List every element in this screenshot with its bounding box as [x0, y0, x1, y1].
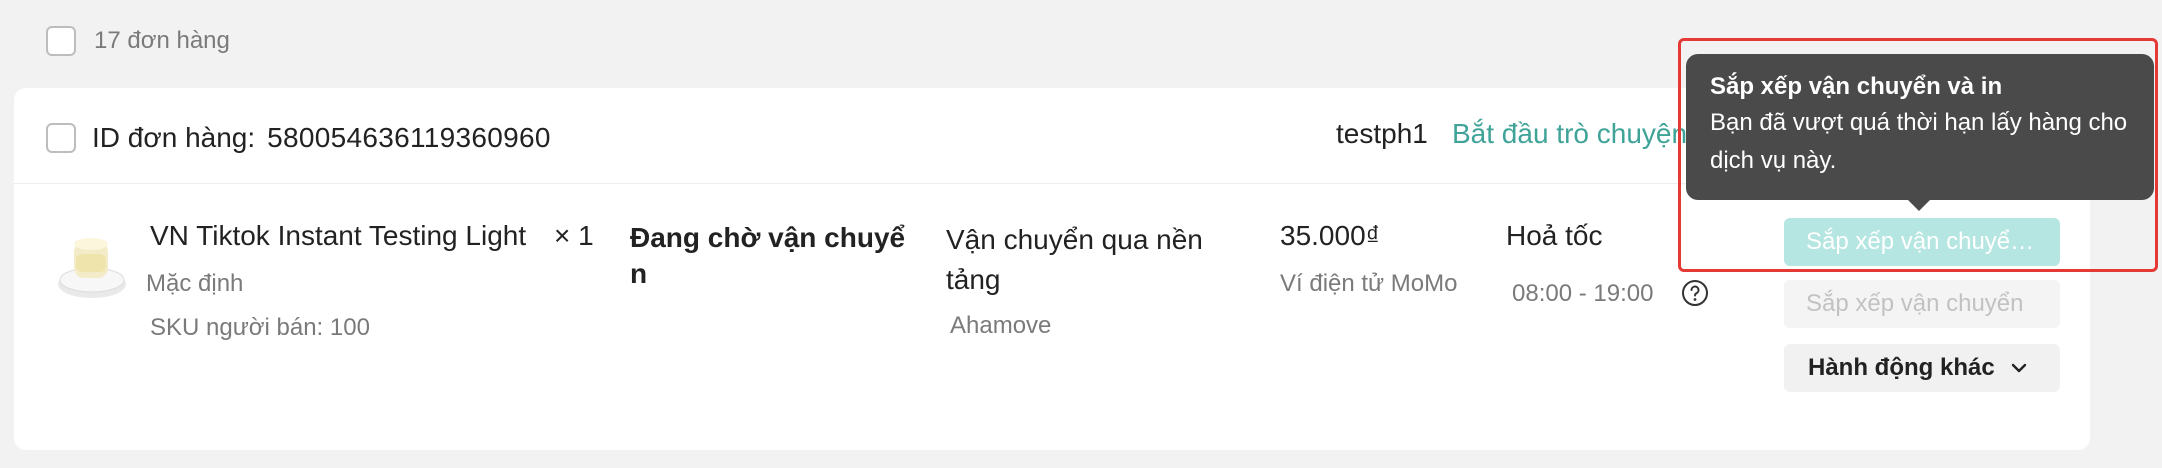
help-icon[interactable]	[1680, 278, 1710, 308]
product-name[interactable]: VN Tiktok Instant Testing Light	[150, 220, 560, 252]
order-status: Đang chờ vận chuyển	[630, 222, 906, 289]
product-sku: SKU người bán: 100	[150, 314, 370, 341]
more-actions-button[interactable]: Hành động khác	[1784, 344, 2060, 392]
delivery-type: Hoả tốc	[1506, 220, 1603, 251]
more-actions-label: Hành động khác	[1808, 354, 1995, 381]
tooltip: Sắp xếp vận chuyển và in Bạn đã vượt quá…	[1686, 54, 2154, 200]
chevron-down-icon	[2011, 363, 2026, 373]
select-all-checkbox[interactable]	[46, 26, 76, 56]
product-variant: Mặc định	[146, 270, 244, 297]
order-id-label: ID đơn hàng:	[92, 122, 256, 153]
shipping-carrier: Ahamove	[950, 312, 1052, 339]
arrange-and-print-button[interactable]: Sắp xếp vận chuyển và in	[1784, 218, 2060, 266]
start-chat-link[interactable]: Bắt đầu trò chuyện	[1452, 118, 1702, 150]
order-count-label: 17 đơn hàng	[94, 27, 230, 54]
payment-method: Ví điện tử MoMo	[1280, 270, 1458, 297]
order-id-row: ID đơn hàng: 580054636119360960	[46, 122, 551, 154]
product-thumbnail	[52, 228, 130, 308]
order-price: 35.000₫	[1280, 220, 1381, 251]
tooltip-arrow	[1907, 199, 1931, 211]
delivery-time-window: 08:00 - 19:00	[1512, 280, 1654, 307]
product-quantity: × 1	[554, 220, 594, 251]
order-id-value: 580054636119360960	[267, 122, 551, 153]
order-checkbox[interactable]	[46, 123, 76, 153]
lamp-icon	[58, 238, 126, 298]
shipping-method: Vận chuyển qua nền tảng	[946, 224, 1203, 295]
buyer-name: testph1	[1336, 118, 1428, 149]
tooltip-body: Bạn đã vượt quá thời hạn lấy hàng cho dị…	[1710, 109, 2128, 174]
arrange-shipping-button[interactable]: Sắp xếp vận chuyển	[1784, 280, 2060, 328]
select-all-row: 17 đơn hàng	[46, 24, 230, 58]
tooltip-title: Sắp xếp vận chuyển và in	[1710, 73, 2003, 100]
